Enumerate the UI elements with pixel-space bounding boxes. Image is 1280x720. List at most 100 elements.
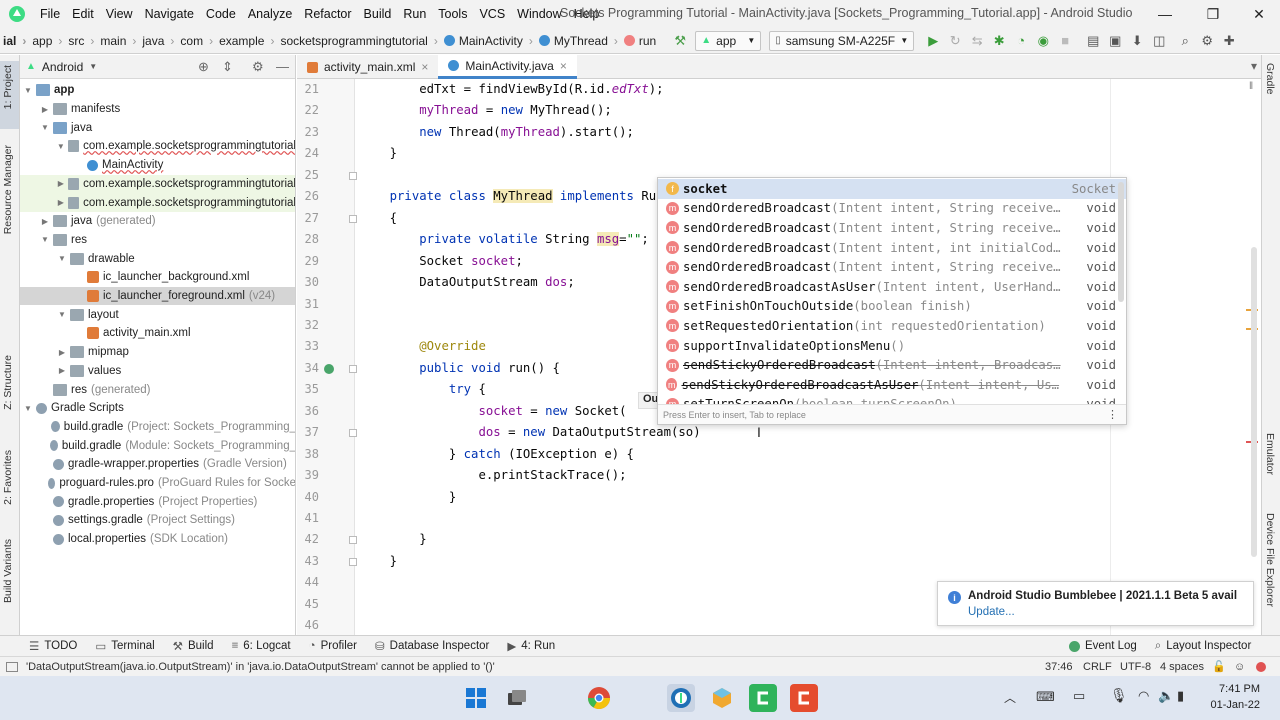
menu-item[interactable]: Build (358, 7, 398, 21)
hide-panel-icon[interactable]: — (276, 59, 289, 74)
menu-item[interactable]: Run (397, 7, 432, 21)
tree-item[interactable]: build.gradle (Project: Sockets_Programmin… (20, 418, 295, 437)
minimize-button[interactable]: — (1142, 0, 1188, 28)
tree-item[interactable]: gradle.properties (Project Properties) (20, 492, 295, 511)
completion-item[interactable]: m sendStickyOrderedBroadcast (Intent inten… (658, 355, 1126, 375)
code-line[interactable]: } (360, 490, 456, 504)
tree-item[interactable]: ▼ drawable (20, 249, 295, 268)
tree-item[interactable]: ▼ res (20, 231, 295, 250)
tree-item[interactable]: ▶ mipmap (20, 343, 295, 362)
code-line[interactable]: dos = new DataOutputStream(so) (360, 425, 700, 439)
code-line[interactable]: } catch (IOException e) { (360, 447, 634, 461)
project-tool-tab[interactable]: 1: Project (2, 65, 14, 109)
tool-window-button[interactable]: ⚒ Build (164, 639, 223, 653)
code-line[interactable]: socket = new Socket( (360, 404, 626, 418)
project-view-mode-select[interactable]: Android (42, 60, 83, 74)
override-gutter-icon[interactable] (324, 363, 334, 374)
completion-item[interactable]: m supportInvalidateOptionsMenu() void (658, 336, 1126, 356)
indent-setting[interactable]: 4 spaces (1160, 661, 1204, 673)
chevron-down-icon[interactable]: ▼ (22, 404, 34, 413)
tree-item[interactable]: ▶ values (20, 362, 295, 381)
update-link[interactable]: Update... (968, 606, 1015, 618)
tree-item[interactable]: ▼ com.example.socketsprogrammingtutorial (20, 137, 295, 156)
camtasia-red-icon[interactable] (790, 684, 818, 712)
tool-window-button[interactable]: ◔ Profiler (300, 639, 366, 653)
chevron-right-icon[interactable]: ▶ (39, 217, 51, 226)
chevron-right-icon[interactable]: ▶ (56, 179, 66, 188)
tool-window-button[interactable]: ▭ Terminal (86, 639, 163, 653)
error-indicator-icon[interactable] (1256, 661, 1266, 672)
breadcrumb-item[interactable]: java › (139, 34, 177, 48)
menu-item[interactable]: File (34, 7, 66, 21)
tree-item[interactable]: settings.gradle (Project Settings) (20, 511, 295, 530)
chevron-down-icon[interactable]: ▼ (56, 310, 68, 319)
chevron-down-icon[interactable]: ▼ (56, 142, 66, 151)
camtasia-green-icon[interactable] (749, 684, 777, 712)
maximize-button[interactable]: ❐ (1190, 0, 1236, 28)
make-project-hammer-icon[interactable]: ⚒ (669, 30, 691, 52)
completion-item[interactable]: m sendStickyOrderedBroadcastAsUser (Intent… (658, 375, 1126, 395)
attach-debugger-icon[interactable]: ◉ (1032, 30, 1054, 52)
tree-item[interactable]: res (generated) (20, 380, 295, 399)
breadcrumb-item[interactable]: com › (177, 34, 216, 48)
wifi-icon[interactable]: ◠ (1138, 688, 1149, 704)
device-select[interactable]: ▯ samsung SM-A225F ▼ (769, 30, 915, 51)
fold-marker-icon[interactable] (349, 429, 357, 438)
tree-item[interactable]: ▶ java (generated) (20, 212, 295, 231)
collapse-all-icon[interactable]: ⇕ (222, 59, 233, 75)
tree-item[interactable]: ▼ app (20, 81, 295, 100)
code-line[interactable]: DataOutputStream dos; (360, 275, 575, 289)
breadcrumb-item[interactable]: src › (65, 34, 97, 48)
code-line[interactable]: new Thread(myThread).start(); (360, 125, 634, 139)
completion-item[interactable]: m setFinishOnTouchOutside (boolean finish)… (658, 297, 1126, 317)
resource-manager-tool-tab[interactable]: Resource Manager (2, 145, 14, 234)
tool-window-button[interactable]: ▶ 4: Run (498, 639, 564, 653)
code-line[interactable]: } (360, 532, 426, 546)
chevron-down-icon[interactable]: ▼ (22, 86, 34, 95)
close-window-button[interactable]: ✕ (1236, 0, 1280, 28)
tab-list-icon[interactable]: ▾ (1251, 59, 1257, 73)
display-icon[interactable]: ▭ (1073, 688, 1085, 704)
toggle-tool-windows-icon[interactable] (6, 661, 18, 672)
tool-window-button[interactable]: ⛁ Database Inspector (366, 639, 498, 653)
tree-item[interactable]: ▼ Gradle Scripts (20, 399, 295, 418)
tree-item[interactable]: ic_launcher_background.xml (20, 268, 295, 287)
code-line[interactable]: public void run() { (360, 361, 560, 375)
tree-item[interactable]: build.gradle (Module: Sockets_Programming… (20, 436, 295, 455)
clock-date[interactable]: 01-Jan-22 (1208, 699, 1260, 711)
tool-window-button[interactable]: ☰ TODO (20, 639, 86, 653)
app-cube-icon[interactable] (708, 684, 736, 712)
run-config-select[interactable]: ▲ app ▼ (695, 30, 762, 51)
chevron-right-icon[interactable]: ▶ (56, 348, 68, 357)
tree-item[interactable]: ▼ java (20, 118, 295, 137)
debug-icon[interactable]: ✱ (988, 30, 1010, 52)
microphone-icon[interactable]: 🎙 (1110, 687, 1128, 704)
sdk-manager-icon[interactable]: ⬇ (1126, 30, 1148, 52)
code-line[interactable]: edTxt = findViewById(R.id.edTxt); (360, 82, 663, 96)
chevron-right-icon[interactable]: ▶ (39, 105, 51, 114)
structure-tool-tab[interactable]: Z: Structure (2, 355, 14, 410)
tree-item[interactable]: ▶ com.example.socketsprogrammingtutorial (20, 174, 295, 194)
emulator-tool-tab[interactable]: Emulator (1264, 433, 1276, 475)
code-line[interactable]: private volatile String msg=""; (360, 232, 649, 247)
breadcrumb-item[interactable]: main › (97, 34, 139, 48)
fold-marker-icon[interactable] (349, 214, 357, 223)
menu-item[interactable]: View (100, 7, 139, 21)
completion-item[interactable]: m setRequestedOrientation (int requestedOr… (658, 316, 1126, 336)
editor-scrollbar[interactable] (1251, 247, 1257, 557)
device-manager-icon[interactable]: ◫ (1148, 30, 1170, 52)
code-line[interactable]: myThread = new MyThread(); (360, 103, 612, 117)
tree-item[interactable]: ic_launcher_foreground.xml (v24) (20, 286, 295, 306)
tray-overflow-chevron-icon[interactable]: ︿ (1004, 689, 1016, 706)
breadcrumb-item[interactable]: example › (216, 34, 277, 48)
completion-item[interactable]: m sendOrderedBroadcast (Intent intent, Str… (658, 199, 1126, 219)
menu-item[interactable]: Refactor (298, 7, 357, 21)
build-variants-tool-tab[interactable]: Build Variants (2, 539, 14, 603)
tree-item[interactable]: ▶ manifests (20, 100, 295, 119)
close-tab-icon[interactable]: × (421, 60, 428, 74)
close-tab-icon[interactable]: × (560, 59, 567, 73)
completion-item[interactable]: m sendOrderedBroadcast (Intent intent, Str… (658, 218, 1126, 238)
clock-time[interactable]: 7:41 PM (1210, 683, 1260, 695)
apply-code-changes-icon[interactable]: ⇆ (966, 30, 988, 52)
menu-item[interactable]: Code (200, 7, 242, 21)
